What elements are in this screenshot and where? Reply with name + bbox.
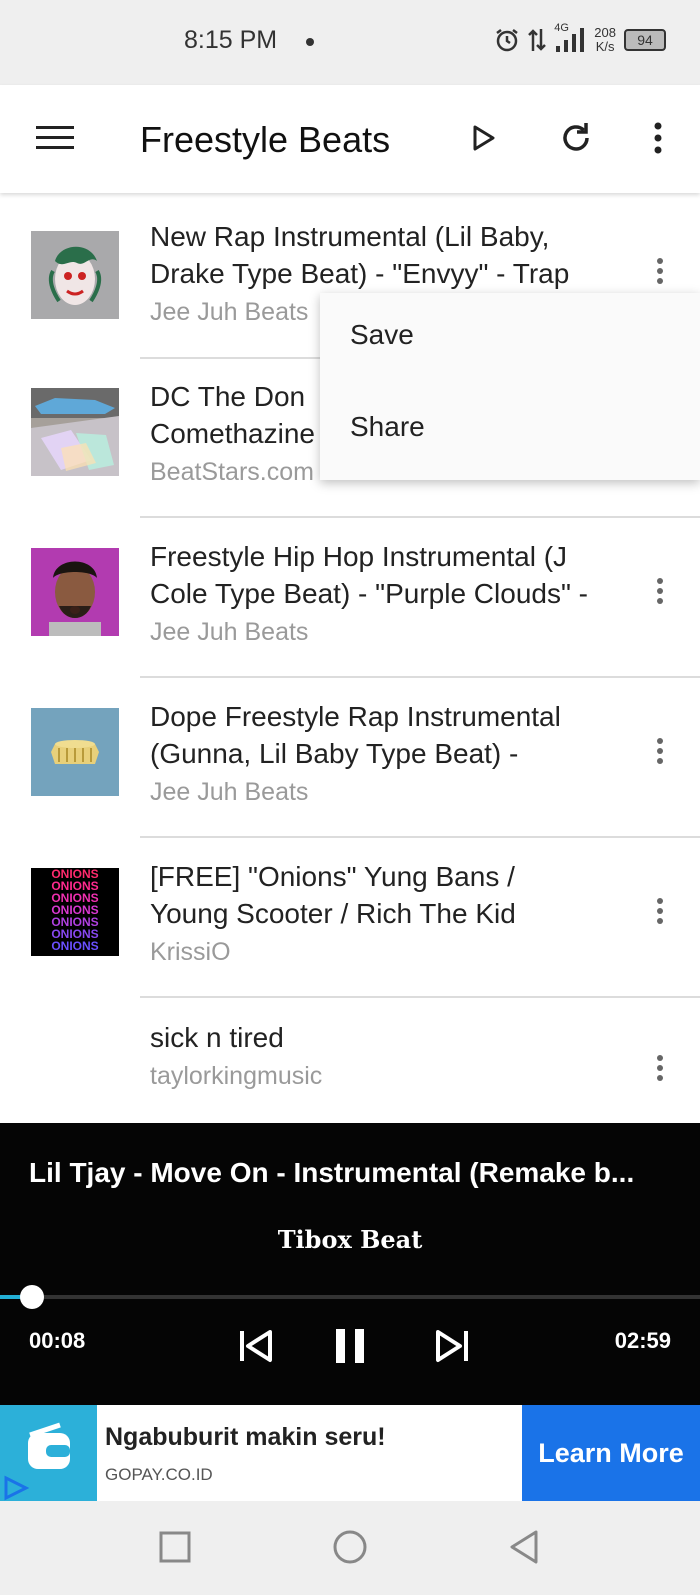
overflow-menu-icon[interactable]: [634, 114, 682, 162]
seek-handle[interactable]: [19, 1285, 44, 1309]
track-title-line2: Cole Type Beat) - "Purple Clouds" -: [150, 578, 589, 609]
player-track-title: Lil Tjay - Move On - Instrumental (Remak…: [29, 1157, 635, 1188]
seek-bar[interactable]: [0, 1295, 700, 1299]
track-more-icon[interactable]: [640, 731, 680, 771]
track-title: New Rap Instrumental (Lil Baby,: [150, 221, 550, 252]
track-thumbnail: [31, 388, 119, 476]
track-more-icon[interactable]: [640, 1048, 680, 1088]
ad-domain: GOPAY.CO.ID: [105, 1465, 213, 1484]
alarm-icon: [496, 29, 519, 52]
track-options-menu: Save Share: [320, 293, 700, 480]
notification-dot: [306, 38, 314, 46]
track-more-icon[interactable]: [640, 891, 680, 931]
status-bar: 8:15 PM 4G 208 K/s 94: [0, 0, 700, 85]
track-more-icon[interactable]: [640, 251, 680, 291]
ad-choices-icon[interactable]: [2, 1475, 30, 1501]
menu-icon[interactable]: [31, 114, 79, 162]
pause-icon[interactable]: [326, 1322, 374, 1370]
speed-unit: K/s: [595, 39, 615, 54]
speed-value: 208: [594, 25, 616, 40]
track-channel: BeatStars.com: [150, 458, 314, 486]
track-thumbnail: [31, 708, 119, 796]
track-channel: KrissiO: [150, 938, 231, 966]
track-title: sick n tired: [150, 1022, 284, 1053]
skip-previous-icon[interactable]: [232, 1322, 280, 1370]
track-row[interactable]: Freestyle Hip Hop Instrumental (J Cole T…: [0, 515, 700, 678]
duration-time: 02:59: [614, 1328, 671, 1353]
learn-more-button[interactable]: Learn More: [522, 1405, 700, 1501]
app-bar: Freestyle Beats: [0, 85, 700, 193]
track-thumbnail: ONIONS ONIONS ONIONS ONIONS ONIONS ONION…: [31, 868, 119, 956]
track-title: [FREE] "Onions" Yung Bans /: [150, 861, 515, 892]
track-channel: Jee Juh Beats: [150, 618, 309, 646]
track-row[interactable]: Dope Freestyle Rap Instrumental (Gunna, …: [0, 675, 700, 838]
back-icon[interactable]: [508, 1529, 540, 1565]
signal-icon: 4G: [554, 22, 586, 54]
track-channel: Jee Juh Beats: [150, 778, 309, 806]
page-title: Freestyle Beats: [140, 119, 391, 160]
player-artist: Tibox Beat: [277, 1225, 423, 1254]
menu-item-share[interactable]: Share: [350, 411, 425, 443]
play-all-icon[interactable]: [460, 114, 508, 162]
battery-icon: 94: [624, 29, 666, 51]
ad-headline: Ngabuburit makin seru!: [105, 1423, 386, 1451]
track-title-line2: Young Scooter / Rich The Kid: [150, 898, 516, 929]
network-type: 4G: [554, 22, 569, 34]
track-thumbnail: [31, 231, 119, 319]
home-icon[interactable]: [332, 1529, 368, 1565]
recents-icon[interactable]: [159, 1531, 191, 1563]
status-icons: 4G 208 K/s 94: [494, 22, 666, 54]
system-nav-bar: [0, 1501, 700, 1595]
track-title: Dope Freestyle Rap Instrumental: [150, 701, 561, 732]
track-channel: Jee Juh Beats: [150, 298, 309, 326]
track-row[interactable]: ONIONS ONIONS ONIONS ONIONS ONIONS ONION…: [0, 835, 700, 998]
track-thumbnail: [31, 548, 119, 636]
thumb-text: ONIONS: [51, 939, 98, 953]
track-title-line2: Drake Type Beat) - "Envyy" - Trap: [150, 258, 570, 289]
track-more-icon[interactable]: [640, 571, 680, 611]
track-title: Freestyle Hip Hop Instrumental (J: [150, 541, 568, 572]
network-speed: 208 K/s: [594, 26, 616, 54]
mini-player: Lil Tjay - Move On - Instrumental (Remak…: [0, 1123, 700, 1405]
refresh-icon[interactable]: [552, 114, 600, 162]
track-channel: taylorkingmusic: [150, 1062, 323, 1090]
track-title-line2: (Gunna, Lil Baby Type Beat) -: [150, 738, 519, 769]
menu-item-save[interactable]: Save: [350, 319, 414, 351]
status-time: 8:15 PM: [184, 26, 278, 54]
ad-banner[interactable]: Ngabuburit makin seru! GOPAY.CO.ID Learn…: [0, 1405, 700, 1501]
data-transfer-icon: [528, 29, 547, 51]
elapsed-time: 00:08: [29, 1328, 86, 1353]
skip-next-icon[interactable]: [428, 1322, 476, 1370]
